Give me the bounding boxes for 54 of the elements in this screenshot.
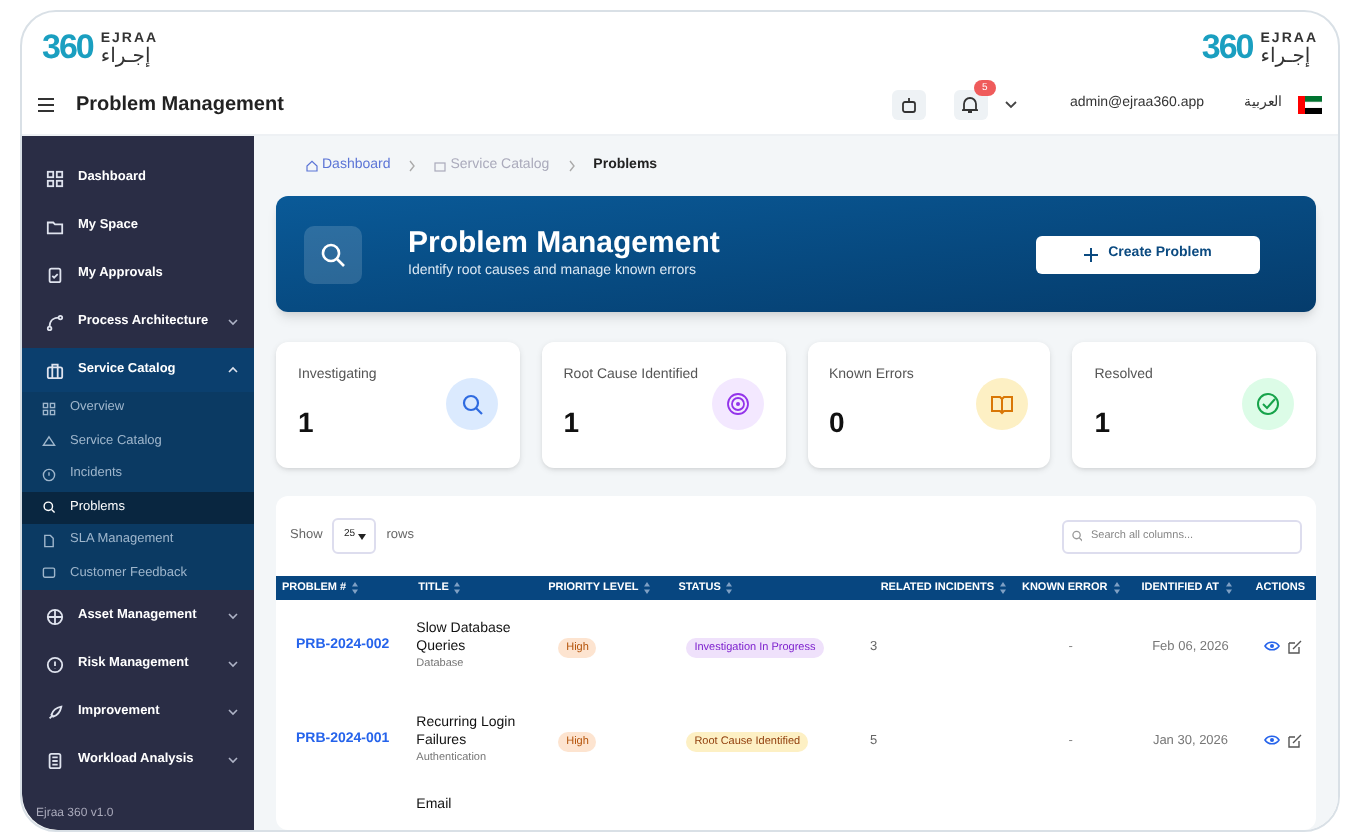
home-icon [306,160,318,172]
bell-icon [962,96,979,114]
sort-icon [1000,582,1007,594]
target-icon [725,392,749,416]
stat-value: 1 [298,403,314,441]
notifications-button[interactable] [953,90,988,120]
menu-item-icon [46,751,64,769]
view-icon[interactable] [1263,640,1280,652]
menu-item-icon [46,703,64,721]
logo-number: 360 [42,26,93,71]
logo-number: 360 [1201,26,1253,71]
plus-icon [1084,247,1099,261]
page-title: Problem Management [76,92,284,120]
search-icon [459,392,484,416]
robot-icon [899,97,918,113]
search-icon [1072,530,1083,542]
menu-icon[interactable] [38,98,54,112]
flag-icon[interactable] [1298,96,1322,114]
sort-icon [454,582,461,594]
edit-icon[interactable] [1287,640,1302,654]
stat-value: 1 [1094,403,1111,441]
assistant-button[interactable] [891,90,926,120]
menu-item-icon [42,533,56,548]
menu-item-icon [42,467,56,482]
caret-icon [357,533,366,539]
view-icon[interactable] [1263,734,1280,746]
menu-item-icon [46,607,64,625]
menu-item-icon [46,265,64,283]
edit-icon[interactable] [1287,734,1302,748]
menu-item-icon [46,217,64,235]
menu-item-icon [46,169,64,187]
sort-icon [352,582,359,594]
chevron-right-icon [567,160,576,172]
menu-item-icon [42,401,56,416]
menu-item-icon [42,434,56,449]
banner-title: Problem Management [408,225,720,262]
chevron-right-icon [408,160,417,172]
stat-value: 0 [829,403,845,441]
logo-arabic-wordmark: إجـراء [1260,48,1313,66]
search-icon [320,241,346,267]
book-icon [990,392,1015,416]
logo-arabic-wordmark: إجـراء [100,48,153,66]
menu-item-icon [46,361,64,379]
chevron-down-icon[interactable] [1003,100,1018,110]
sort-icon [644,582,651,594]
menu-item-icon [46,313,64,331]
menu-item-icon [42,500,56,515]
sort-icon [726,582,733,594]
menu-item-icon [46,655,64,673]
sort-icon [1113,582,1120,594]
check-circle-icon [1256,392,1280,416]
sort-icon [1225,582,1231,594]
stat-value: 1 [563,403,580,441]
menu-item-icon [42,566,56,581]
